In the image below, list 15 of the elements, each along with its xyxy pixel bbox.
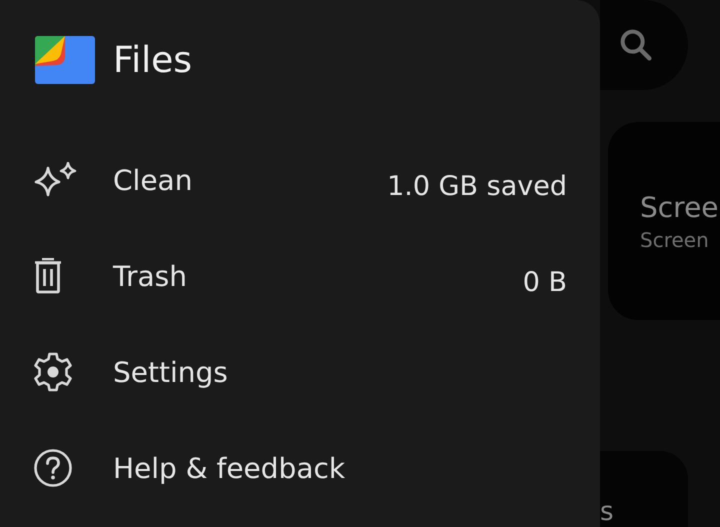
item-value: 0 B (522, 266, 567, 298)
drawer-item[interactable]: Clean 1.0 GB saved (0, 132, 567, 228)
card-title: Scree (640, 190, 720, 224)
card-subtitle: Screen (640, 228, 710, 252)
trash-icon (33, 258, 63, 294)
app-title: Files (113, 40, 192, 80)
card-title: s (600, 498, 614, 527)
help-icon (33, 448, 73, 488)
drawer-item[interactable]: Trash 0 B (0, 228, 567, 324)
drawer-item[interactable]: Settings (0, 324, 567, 420)
drawer-item[interactable]: Help & feedback (0, 420, 567, 516)
settings-icon (33, 352, 73, 392)
item-value: 1.0 GB saved (387, 170, 567, 202)
app-logo-icon (35, 36, 95, 84)
search-bar[interactable] (600, 0, 688, 90)
